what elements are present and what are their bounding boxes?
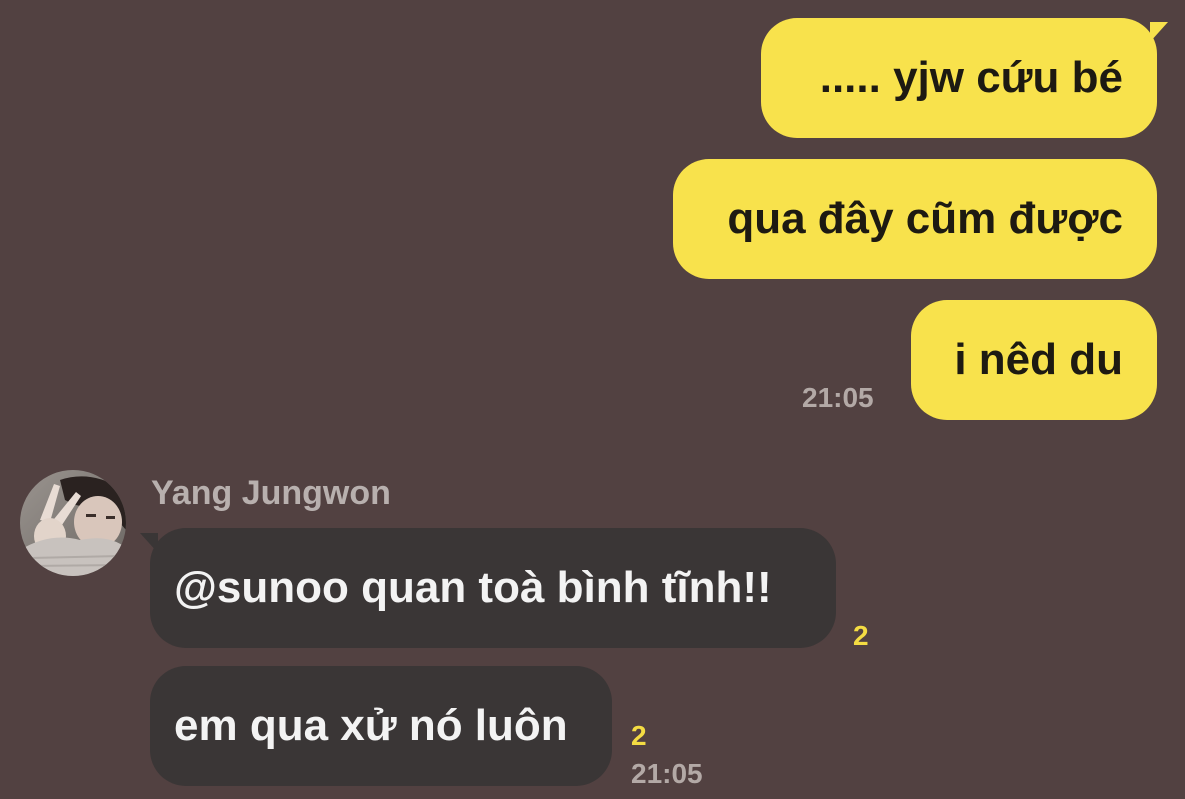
- outgoing-message[interactable]: qua đây cũm được: [673, 159, 1157, 279]
- sender-name: Yang Jungwon: [151, 474, 391, 512]
- message-text: qua đây cũm được: [727, 194, 1123, 243]
- message-timestamp: 21:05: [802, 382, 874, 413]
- message-text: ..... yjw cứu bé: [819, 53, 1123, 102]
- bubble-tail: [1150, 22, 1168, 42]
- avatar-photo-icon: [20, 470, 126, 576]
- incoming-message[interactable]: @sunoo quan toà bình tĩnh!!: [150, 528, 836, 648]
- unread-count: 2: [631, 720, 647, 751]
- sender-avatar[interactable]: [20, 470, 126, 576]
- message-timestamp: 21:05: [631, 758, 703, 789]
- outgoing-message[interactable]: ..... yjw cứu bé: [761, 18, 1157, 138]
- incoming-message[interactable]: em qua xử nó luôn: [150, 666, 612, 786]
- outgoing-message[interactable]: i nêd du: [911, 300, 1157, 420]
- message-text: em qua xử nó luôn: [174, 701, 568, 750]
- message-text: @sunoo quan toà bình tĩnh!!: [174, 563, 772, 612]
- message-text: i nêd du: [954, 335, 1123, 384]
- unread-count: 2: [853, 620, 869, 651]
